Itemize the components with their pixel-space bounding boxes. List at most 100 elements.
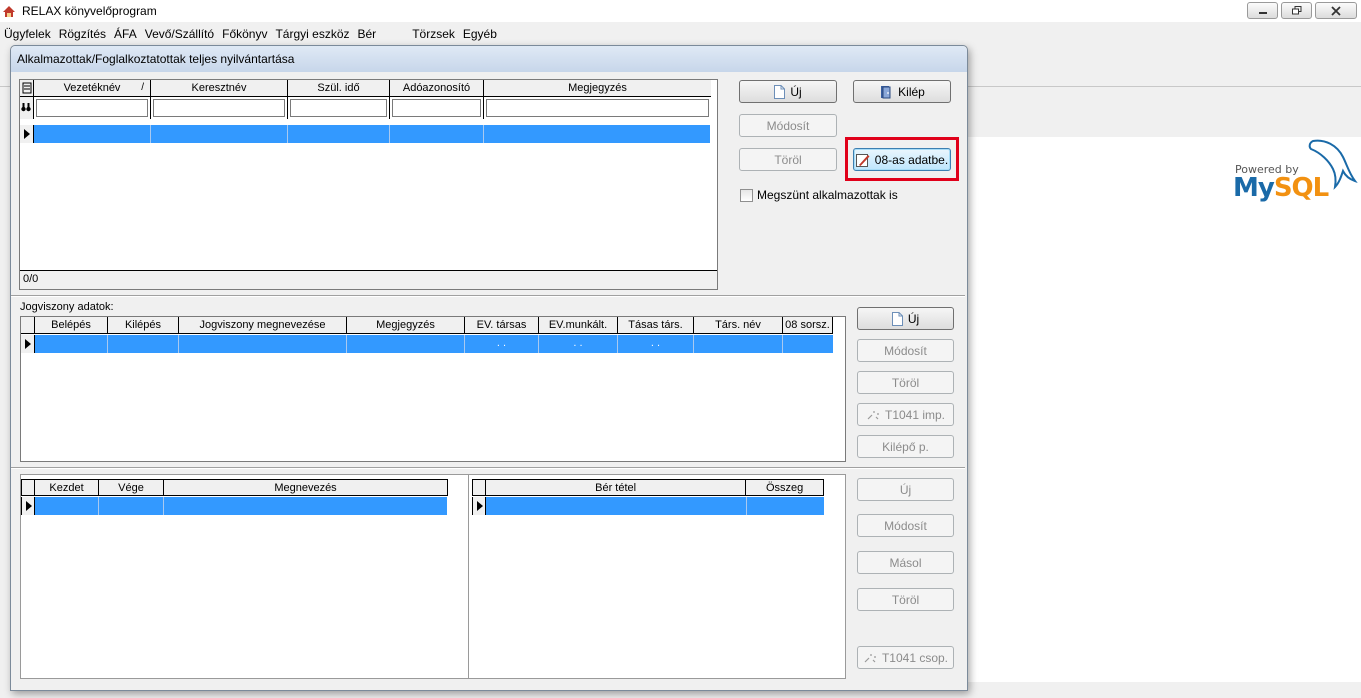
table-row[interactable] — [21, 497, 447, 515]
table-cell[interactable] — [164, 497, 447, 515]
employees-grid[interactable]: Vezetéknév / Keresztnév Szül. idő Adóazo… — [19, 79, 718, 290]
t1041-group-button[interactable]: T1041 csop. — [857, 646, 954, 669]
new-wage-button[interactable]: Új — [857, 478, 954, 501]
mysql-sql: SQL — [1273, 173, 1329, 203]
col-szul-ido[interactable]: Szül. idő — [288, 80, 390, 97]
restore-button[interactable] — [1281, 2, 1312, 19]
legal-grid[interactable]: Belépés Kilépés Jogviszony megnevezése M… — [20, 316, 846, 462]
table-cell[interactable] — [694, 335, 783, 353]
terminated-employees-checkbox[interactable] — [740, 188, 753, 202]
table-cell[interactable] — [486, 497, 747, 515]
mysql-my: My — [1233, 173, 1275, 203]
table-cell[interactable] — [34, 125, 151, 143]
menu-ber[interactable]: Bér — [354, 27, 381, 41]
table-cell[interactable] — [179, 335, 347, 353]
sort-indicator: / — [141, 82, 144, 93]
menu-ugyfelek[interactable]: Ügyfelek — [0, 27, 55, 41]
menu-fokonyv[interactable]: Főkönyv — [218, 27, 271, 41]
table-cell[interactable] — [99, 497, 164, 515]
record-counter: 0/0 — [20, 270, 717, 289]
new-employee-label: Új — [790, 84, 802, 99]
t1041-group-label: T1041 csop. — [881, 650, 949, 665]
periods-grid[interactable]: Kezdet Vége Megnevezés — [21, 479, 449, 519]
bottom-vertical-divider — [468, 475, 469, 678]
exit-sheet-button[interactable]: Kilépő p. — [857, 435, 954, 458]
filter-szul-ido-cell — [288, 97, 390, 119]
table-cell[interactable] — [390, 125, 484, 143]
table-row[interactable] — [472, 497, 824, 515]
col-belepes[interactable]: Belépés — [35, 317, 108, 334]
column-chooser-icon[interactable] — [20, 80, 34, 97]
col-vezeteknev[interactable]: Vezetéknév / — [34, 80, 151, 97]
col-legal-megjegyzes[interactable]: Megjegyzés — [347, 317, 465, 334]
menu-vevo-szallito[interactable]: Vevő/Szállító — [141, 27, 218, 41]
delete-employee-button[interactable]: Töröl — [739, 148, 837, 171]
section-divider — [11, 295, 965, 297]
filter-szul-ido-input[interactable] — [290, 99, 387, 117]
col-megjegyzes[interactable]: Megjegyzés — [484, 80, 711, 97]
col-ev-munkalt[interactable]: EV.munkált. — [539, 317, 618, 334]
close-button[interactable] — [1315, 2, 1357, 19]
employees-dialog: Alkalmazottak/Foglalkoztatottak teljes n… — [10, 45, 968, 691]
delete-wage-button[interactable]: Töröl — [857, 588, 954, 611]
new-employee-button[interactable]: Új — [739, 80, 837, 103]
col-08-sorsz[interactable]: 08 sorsz. — [783, 317, 833, 334]
filter-megjegyzes-input[interactable] — [486, 99, 709, 117]
filter-keresztnev-input[interactable] — [153, 99, 285, 117]
table-cell[interactable] — [35, 335, 108, 353]
menu-rogzites[interactable]: Rögzítés — [55, 27, 110, 41]
table-cell[interactable] — [484, 125, 710, 143]
menu-targyi-eszkoz[interactable]: Tárgyi eszköz — [271, 27, 353, 41]
col-tasas-tars[interactable]: Tásas társ. — [618, 317, 694, 334]
col-keresztnev[interactable]: Keresztnév — [151, 80, 288, 97]
minimize-button[interactable] — [1247, 2, 1278, 19]
legal-grid-header: Belépés Kilépés Jogviszony megnevezése M… — [21, 317, 845, 334]
new-legal-label: Új — [907, 311, 920, 326]
col-vege[interactable]: Vége — [99, 479, 164, 496]
copy-wage-button[interactable]: Másol — [857, 551, 954, 574]
tasas-tars-cell[interactable]: . . — [618, 335, 694, 353]
table-cell[interactable] — [35, 497, 99, 515]
relax-app-icon — [2, 4, 16, 18]
table-row[interactable]: . . . . . . — [21, 335, 833, 353]
exit-button[interactable]: Kilép — [853, 80, 951, 103]
table-cell[interactable] — [151, 125, 288, 143]
col-ev-tarsas[interactable]: EV. társas — [465, 317, 539, 334]
filter-vezeteknev-input[interactable] — [36, 99, 148, 117]
col-kilepes[interactable]: Kilépés — [108, 317, 179, 334]
col-megnevezes[interactable]: Megnevezés — [164, 479, 448, 496]
table-cell[interactable] — [783, 335, 833, 353]
ev-munkalt-cell[interactable]: . . — [539, 335, 618, 353]
table-cell[interactable] — [347, 335, 465, 353]
new-legal-button[interactable]: Új — [857, 307, 954, 330]
menu-egyeb[interactable]: Egyéb — [459, 27, 501, 41]
table-cell[interactable] — [288, 125, 390, 143]
wage-grid[interactable]: Bér tétel Összeg — [472, 479, 824, 519]
binoculars-icon — [20, 97, 34, 119]
data-08-entry-button[interactable]: 08-as adatbe. — [853, 148, 951, 171]
menu-torzsek[interactable]: Törzsek — [408, 27, 459, 41]
t1041-import-button[interactable]: T1041 imp. — [857, 403, 954, 426]
row-indicator — [21, 335, 35, 353]
modify-wage-button[interactable]: Módosít — [857, 514, 954, 537]
delete-legal-button[interactable]: Töröl — [857, 371, 954, 394]
terminated-employees-checkbox-row[interactable]: Megszünt alkalmazottak is — [740, 188, 898, 202]
exit-door-icon — [881, 85, 891, 98]
filter-adoazonosito-input[interactable] — [392, 99, 481, 117]
minimize-icon — [1258, 11, 1267, 14]
modify-employee-button[interactable]: Módosít — [739, 114, 837, 137]
menu-afa[interactable]: ÁFA — [110, 27, 141, 41]
table-row[interactable] — [20, 125, 710, 143]
row-indicator — [472, 497, 486, 515]
col-tars-nev[interactable]: Társ. név — [694, 317, 783, 334]
ev-tarsas-cell[interactable]: . . — [465, 335, 539, 353]
employees-grid-header: Vezetéknév / Keresztnév Szül. idő Adóazo… — [20, 80, 717, 97]
table-cell[interactable] — [747, 497, 824, 515]
col-kezdet[interactable]: Kezdet — [35, 479, 99, 496]
col-adoazonosito[interactable]: Adóazonosító — [390, 80, 484, 97]
col-ber-tetel[interactable]: Bér tétel — [485, 479, 747, 496]
col-jogviszony-megnevezese[interactable]: Jogviszony megnevezése — [179, 317, 347, 334]
table-cell[interactable] — [108, 335, 179, 353]
modify-legal-button[interactable]: Módosít — [857, 339, 954, 362]
col-osszeg[interactable]: Összeg — [746, 479, 824, 496]
